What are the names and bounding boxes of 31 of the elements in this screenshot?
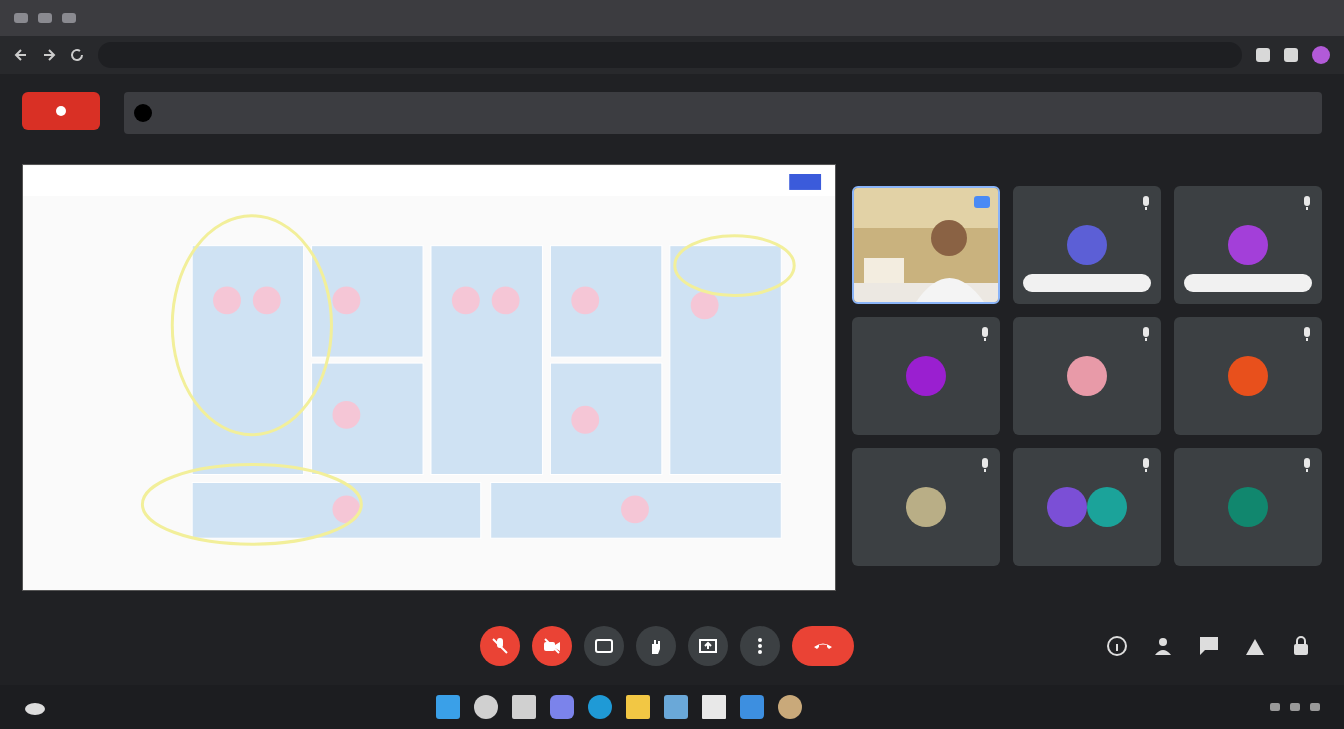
camera-off-icon <box>542 636 562 656</box>
forward-icon[interactable] <box>42 48 56 62</box>
app-icon[interactable] <box>474 695 498 719</box>
participant-tile[interactable] <box>1174 317 1322 435</box>
participant-tile[interactable] <box>1013 317 1161 435</box>
participant-tile[interactable] <box>1013 186 1161 304</box>
app-icon[interactable] <box>588 695 612 719</box>
camera-button[interactable] <box>532 626 572 666</box>
app-icon[interactable] <box>778 695 802 719</box>
participant-tile[interactable] <box>852 317 1000 435</box>
app-icon[interactable] <box>550 695 574 719</box>
present-button[interactable] <box>688 626 728 666</box>
back-icon[interactable] <box>14 48 28 62</box>
tab-icon[interactable] <box>38 13 52 23</box>
captions-icon <box>594 636 614 656</box>
hand-button[interactable] <box>636 626 676 666</box>
present-icon <box>698 636 718 656</box>
captions-button[interactable] <box>584 626 624 666</box>
more-button[interactable] <box>740 626 780 666</box>
participant-tile[interactable] <box>1174 448 1322 566</box>
mic-button[interactable] <box>480 626 520 666</box>
profile-avatar[interactable] <box>1312 46 1330 64</box>
leave-button[interactable] <box>792 626 854 666</box>
tab-icon[interactable] <box>62 13 76 23</box>
more-icon <box>757 636 763 656</box>
participant-tile[interactable] <box>1174 186 1322 304</box>
participant-tile[interactable] <box>1013 448 1161 566</box>
tab-icon[interactable] <box>14 13 28 23</box>
participant-tile[interactable] <box>852 448 1000 566</box>
reload-icon[interactable] <box>70 48 84 62</box>
info-icon[interactable] <box>1104 633 1130 659</box>
